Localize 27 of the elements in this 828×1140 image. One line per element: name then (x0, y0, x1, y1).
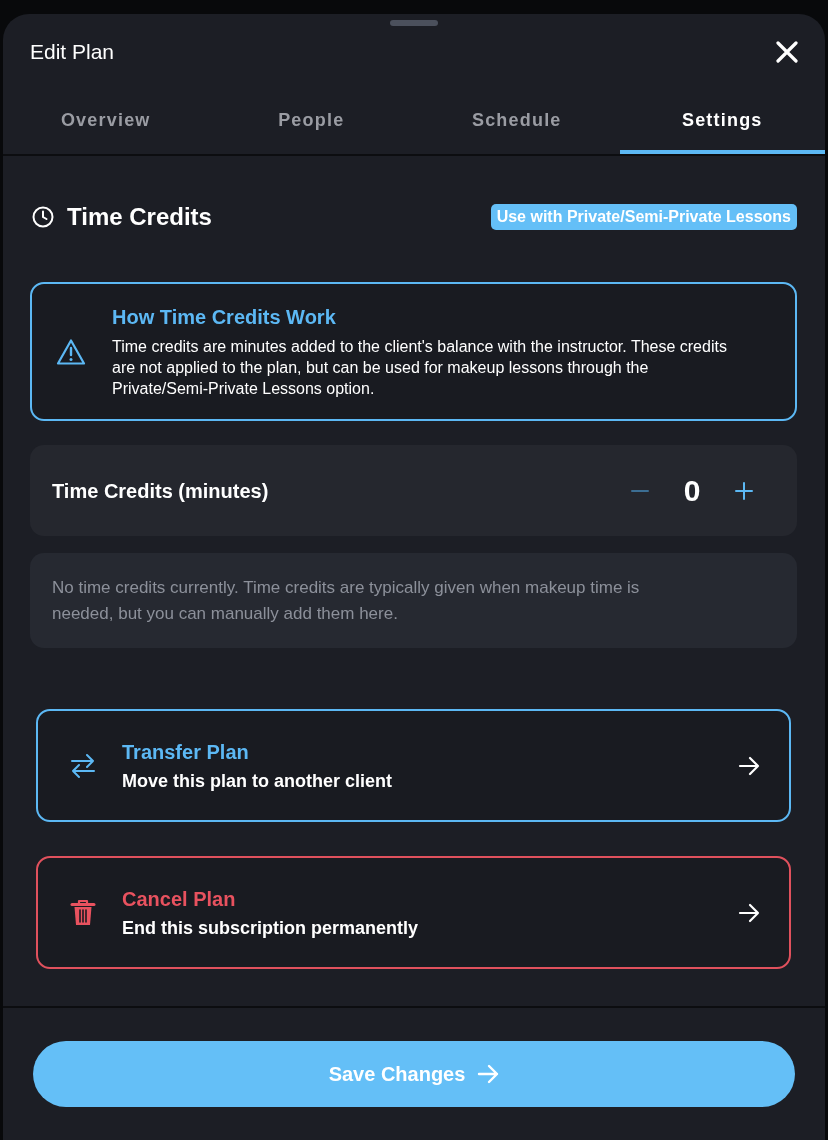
tab[interactable]: Settings (619, 78, 825, 154)
arrow-right-icon (738, 902, 760, 923)
tab[interactable]: Overview (3, 78, 209, 154)
action-subtitle: End this subscription permanently (122, 916, 420, 940)
warning-icon (56, 337, 86, 366)
clock-icon (32, 206, 54, 228)
tab[interactable]: People (208, 78, 414, 154)
swap-arrows-icon (70, 752, 96, 779)
info-text: Time credits are minutes added to the client's balance with the instructor. These credits are not applied to the plan, but can be used for makeup lessons through the Private/Semi-Private Lessons option. (112, 337, 728, 399)
note-text: No time credits currently. Time credits are typically given when makeup time is needed, but you can manually add them here. (52, 577, 641, 625)
trash-icon (70, 898, 96, 927)
action-title: Transfer Plan (122, 739, 250, 765)
lessons-badge: Use with Private/Semi-Private Lessons (490, 204, 797, 230)
cancel-plan-button[interactable]: Cancel Plan End this subscription permanently (36, 856, 791, 969)
time-credits-value: 0 (682, 473, 702, 509)
sheet-title: Edit Plan (30, 39, 115, 66)
section-title: Time Credits (67, 202, 212, 232)
time-credits-label: Time Credits (minutes) (52, 478, 269, 504)
close-icon[interactable] (775, 40, 799, 64)
tab[interactable]: Schedule (414, 78, 620, 154)
arrow-right-icon (477, 1064, 500, 1084)
transfer-plan-button[interactable]: Transfer Plan Move this plan to another client (36, 709, 791, 822)
info-title: How Time Credits Work (112, 305, 337, 330)
arrow-right-icon (738, 755, 760, 776)
drag-handle[interactable] (390, 20, 438, 26)
action-title: Cancel Plan (122, 886, 237, 912)
action-subtitle: Move this plan to another client (122, 769, 394, 793)
